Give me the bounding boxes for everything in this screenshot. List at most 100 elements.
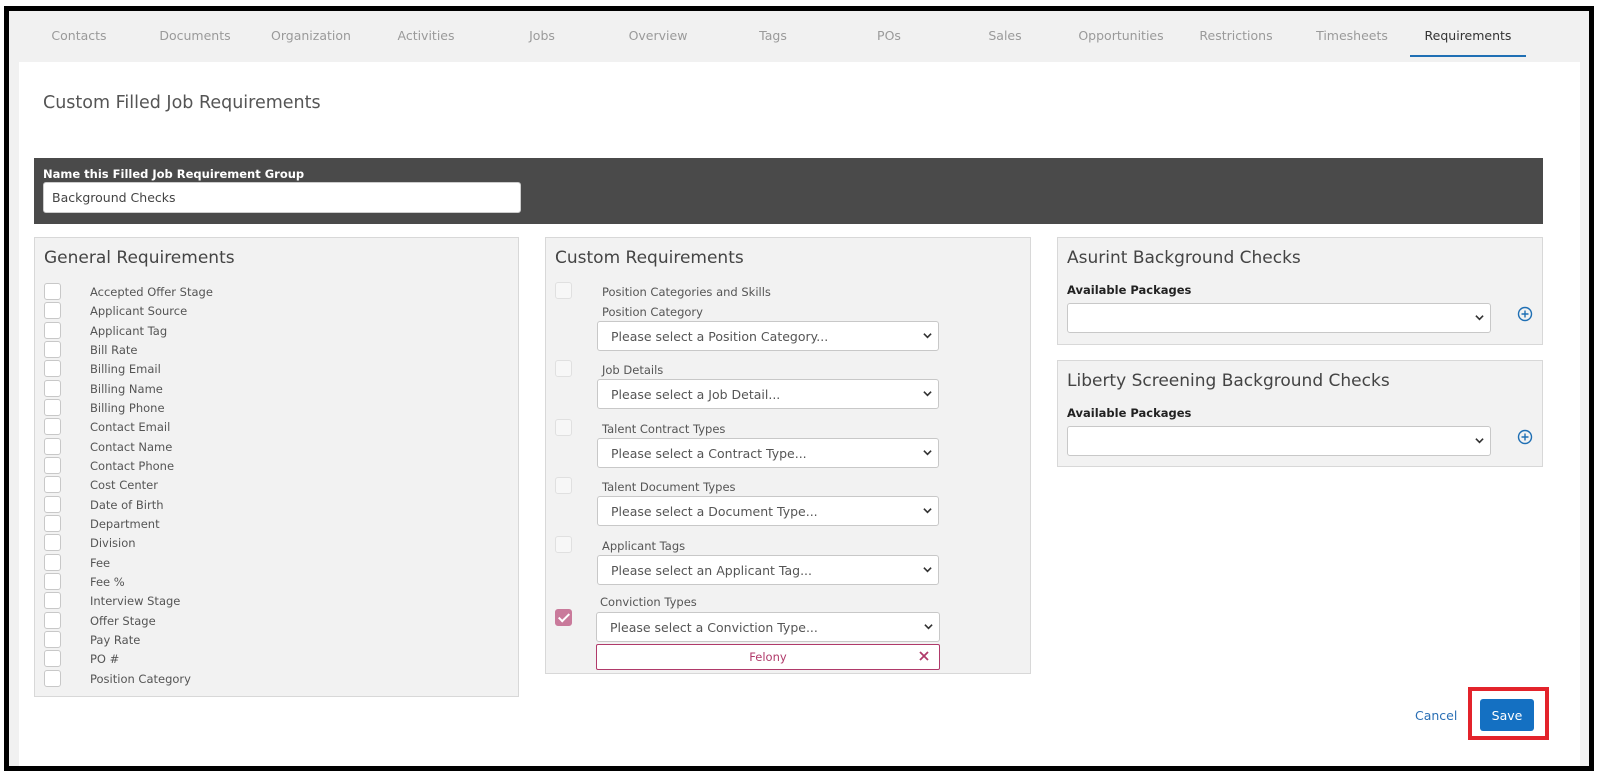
group-name-label: Name this Filled Job Requirement Group <box>43 167 305 181</box>
checkbox[interactable] <box>44 612 61 629</box>
tab-requirements[interactable]: Requirements <box>1408 28 1528 43</box>
position-categories-checkbox[interactable] <box>555 282 572 299</box>
chevron-down-icon <box>923 567 932 573</box>
tab-sales[interactable]: Sales <box>945 28 1065 43</box>
checkbox[interactable] <box>44 283 61 300</box>
tab-activities[interactable]: Activities <box>366 28 486 43</box>
general-item-applicant-source[interactable]: Applicant Source <box>44 301 444 320</box>
checkbox[interactable] <box>44 670 61 687</box>
add-package-icon[interactable] <box>1517 306 1533 322</box>
general-item-position-category[interactable]: Position Category <box>44 669 444 688</box>
tab-timesheets[interactable]: Timesheets <box>1292 28 1412 43</box>
checkbox[interactable] <box>44 476 61 493</box>
general-requirements-title: General Requirements <box>44 248 235 268</box>
checkbox[interactable] <box>44 438 61 455</box>
conviction-types-label: Conviction Types <box>600 595 697 609</box>
liberty-packages-select[interactable] <box>1067 426 1491 456</box>
job-details-checkbox[interactable] <box>555 360 572 377</box>
group-name-bar: Name this Filled Job Requirement Group <box>34 158 1543 224</box>
add-package-icon[interactable] <box>1517 429 1533 445</box>
general-item-pay-rate[interactable]: Pay Rate <box>44 630 444 649</box>
liberty-title: Liberty Screening Background Checks <box>1067 371 1390 391</box>
main-content: Custom Filled Job Requirements Name this… <box>19 62 1580 766</box>
remove-tag-icon[interactable] <box>918 650 930 662</box>
general-item-date-of-birth[interactable]: Date of Birth <box>44 495 444 514</box>
checkbox[interactable] <box>44 302 61 319</box>
general-item-contact-email[interactable]: Contact Email <box>44 417 444 436</box>
chevron-down-icon <box>924 624 933 630</box>
general-item-offer-stage[interactable]: Offer Stage <box>44 611 444 630</box>
general-item-applicant-tag[interactable]: Applicant Tag <box>44 321 444 340</box>
page-title: Custom Filled Job Requirements <box>43 93 321 113</box>
general-item-po-number[interactable]: PO # <box>44 649 444 668</box>
position-category-select[interactable]: Please select a Position Category... <box>597 321 939 351</box>
chevron-down-icon <box>1475 315 1484 321</box>
group-name-input[interactable] <box>43 182 521 213</box>
position-category-label: Position Category <box>602 305 703 319</box>
tab-pos[interactable]: POs <box>829 28 949 43</box>
checkbox[interactable] <box>44 322 61 339</box>
document-type-select[interactable]: Please select a Document Type... <box>597 496 939 526</box>
checkbox[interactable] <box>44 515 61 532</box>
general-item-billing-phone[interactable]: Billing Phone <box>44 398 444 417</box>
general-item-fee[interactable]: Fee <box>44 553 444 572</box>
tab-restrictions[interactable]: Restrictions <box>1176 28 1296 43</box>
general-item-billing-email[interactable]: Billing Email <box>44 359 444 378</box>
general-requirements-panel: General Requirements Accepted Offer Stag… <box>34 237 519 697</box>
save-highlight-box <box>1468 687 1549 740</box>
checkbox[interactable] <box>44 554 61 571</box>
tab-jobs[interactable]: Jobs <box>482 28 602 43</box>
checkbox[interactable] <box>44 418 61 435</box>
chevron-down-icon <box>923 508 932 514</box>
checkbox[interactable] <box>44 360 61 377</box>
tab-documents[interactable]: Documents <box>135 28 255 43</box>
contract-type-select[interactable]: Please select a Contract Type... <box>597 438 939 468</box>
checkbox[interactable] <box>44 457 61 474</box>
conviction-type-select[interactable]: Please select a Conviction Type... <box>596 612 940 642</box>
tab-organization[interactable]: Organization <box>251 28 371 43</box>
general-item-fee-percent[interactable]: Fee % <box>44 572 444 591</box>
position-categories-label: Position Categories and Skills <box>602 285 771 299</box>
checkbox[interactable] <box>44 573 61 590</box>
custom-requirements-title: Custom Requirements <box>555 248 744 268</box>
checkbox[interactable] <box>44 534 61 551</box>
cancel-button[interactable]: Cancel <box>1415 708 1457 723</box>
tab-tags[interactable]: Tags <box>713 28 833 43</box>
job-detail-select[interactable]: Please select a Job Detail... <box>597 379 939 409</box>
general-item-department[interactable]: Department <box>44 514 444 533</box>
asurint-panel: Asurint Background Checks Available Pack… <box>1057 237 1543 345</box>
checkbox[interactable] <box>44 592 61 609</box>
general-item-interview-stage[interactable]: Interview Stage <box>44 591 444 610</box>
general-item-division[interactable]: Division <box>44 533 444 552</box>
conviction-types-checkbox[interactable] <box>555 609 572 626</box>
liberty-panel: Liberty Screening Background Checks Avai… <box>1057 360 1543 467</box>
document-types-label: Talent Document Types <box>602 480 736 494</box>
checkbox[interactable] <box>44 399 61 416</box>
general-item-contact-phone[interactable]: Contact Phone <box>44 456 444 475</box>
contract-types-checkbox[interactable] <box>555 419 572 436</box>
general-item-cost-center[interactable]: Cost Center <box>44 475 444 494</box>
checkbox[interactable] <box>44 631 61 648</box>
selected-conviction-tag: Felony <box>596 644 940 670</box>
tab-overview[interactable]: Overview <box>598 28 718 43</box>
job-details-label: Job Details <box>602 363 664 377</box>
general-item-accepted-offer-stage[interactable]: Accepted Offer Stage <box>44 282 444 301</box>
custom-requirements-panel: Custom Requirements Position Categories … <box>545 237 1031 674</box>
asurint-packages-label: Available Packages <box>1067 283 1192 297</box>
general-item-bill-rate[interactable]: Bill Rate <box>44 340 444 359</box>
general-item-contact-name[interactable]: Contact Name <box>44 437 444 456</box>
applicant-tag-select[interactable]: Please select an Applicant Tag... <box>597 555 939 585</box>
general-item-billing-name[interactable]: Billing Name <box>44 379 444 398</box>
tab-bar: Contacts Documents Organization Activiti… <box>9 11 1589 61</box>
chevron-down-icon <box>1475 438 1484 444</box>
tab-contacts[interactable]: Contacts <box>19 28 139 43</box>
app-frame: Contacts Documents Organization Activiti… <box>4 6 1594 771</box>
applicant-tags-checkbox[interactable] <box>555 536 572 553</box>
tab-opportunities[interactable]: Opportunities <box>1061 28 1181 43</box>
asurint-packages-select[interactable] <box>1067 303 1491 333</box>
checkbox[interactable] <box>44 341 61 358</box>
checkbox[interactable] <box>44 650 61 667</box>
document-types-checkbox[interactable] <box>555 477 572 494</box>
checkbox[interactable] <box>44 380 61 397</box>
checkbox[interactable] <box>44 496 61 513</box>
